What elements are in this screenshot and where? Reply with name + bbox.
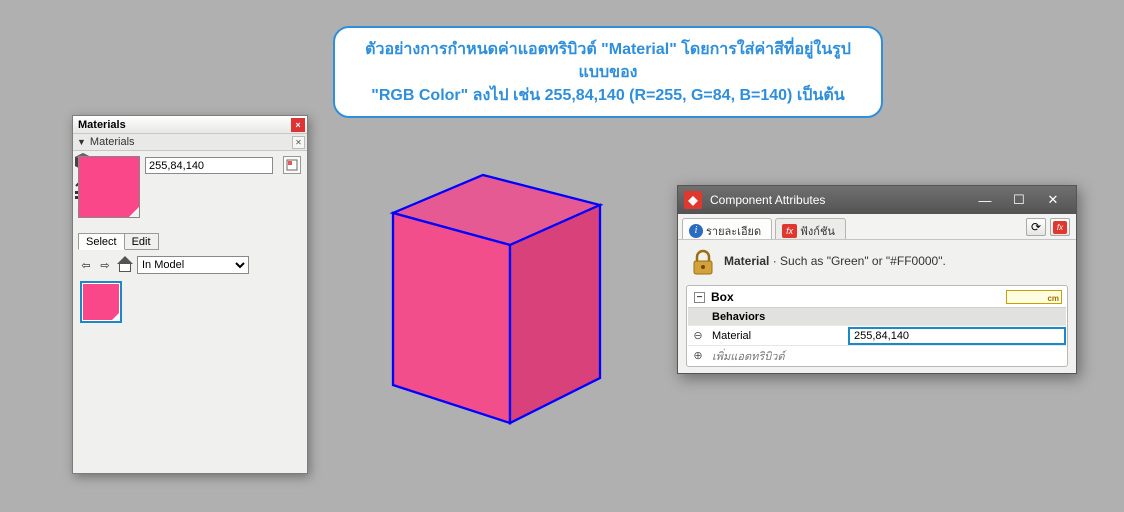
material-swatch-item[interactable] [80,281,122,323]
attribute-grid: − Box cm Behaviors ⊖ Material ⊕ เพิ่มแอต… [686,285,1068,367]
close-icon[interactable]: × [291,118,305,132]
add-attribute-label: เพิ่มแอตทริบิวต์ [708,347,848,365]
collapse-icon[interactable]: ▼ [77,137,86,147]
materials-body: Select Edit ⇦ ⇨ In Model [73,151,307,473]
minimize-icon[interactable]: — [968,189,1002,211]
attribute-desc-text: · Such as "Green" or "#FF0000". [769,254,945,268]
materials-panel-titlebar[interactable]: Materials × [73,116,307,134]
cube-viewport [375,165,615,445]
materials-tabs: Select Edit [78,233,158,250]
tab-functions-label: ฟังก์ชัน [800,222,835,240]
padlock-icon [688,247,716,275]
toggle-formula-icon[interactable]: fx [1050,218,1070,236]
component-titlebar[interactable]: ◆ Component Attributes — ☐ ✕ [678,186,1076,214]
component-tabs: i รายละเอียด fx ฟังก์ชัน ⟳ fx [678,214,1076,240]
swatch-list [78,279,278,337]
section-behaviors: Behaviors [688,307,1066,325]
material-name-input[interactable] [145,157,273,174]
close-icon[interactable]: ✕ [1036,189,1070,211]
unit-ruler[interactable]: cm [1006,290,1062,304]
forward-icon[interactable]: ⇨ [97,257,113,273]
refresh-icon[interactable]: ⟳ [1026,218,1046,236]
caption-line-2: "RGB Color" ลงไป เช่น 255,84,140 (R=255,… [371,87,844,104]
cube-left-face [393,213,510,423]
attribute-value-input[interactable] [848,327,1066,345]
component-name: Box [711,290,734,304]
back-icon[interactable]: ⇦ [78,257,94,273]
sketchup-logo-icon: ◆ [684,191,702,209]
nav-row: ⇦ ⇨ In Model [78,255,249,274]
materials-subtitle: Materials [90,136,135,148]
remove-attr-icon[interactable]: ⊖ [688,326,708,345]
fx-icon: fx [782,224,797,238]
materials-panel: Materials × ▼ Materials ✕ Select Edit [72,115,308,474]
add-attr-icon[interactable]: ⊕ [688,346,708,365]
create-material-icon[interactable] [283,156,301,174]
maximize-icon[interactable]: ☐ [1002,189,1036,211]
tab-details-label: รายละเอียด [706,222,761,240]
material-library-select[interactable]: In Model [137,256,249,274]
caption-line-1: ตัวอย่างการกำหนดค่าแอตทริบิวต์ "Material… [365,41,851,81]
add-attribute-row[interactable]: ⊕ เพิ่มแอตทริบิวต์ [688,345,1066,365]
materials-title: Materials [78,119,126,131]
material-swatch-large[interactable] [79,157,139,217]
tab-details[interactable]: i รายละเอียด [682,218,772,239]
tab-select[interactable]: Select [78,233,125,250]
component-attributes-panel: ◆ Component Attributes — ☐ ✕ i รายละเอีย… [677,185,1077,374]
component-title: Component Attributes [710,193,825,207]
attribute-row-material[interactable]: ⊖ Material [688,325,1066,345]
attribute-name: Material [708,330,848,342]
attribute-description: Material · Such as "Green" or "#FF0000". [678,240,1076,282]
tab-edit[interactable]: Edit [124,233,159,250]
info-icon: i [689,224,703,238]
materials-sub-bar[interactable]: ▼ Materials ✕ [73,134,307,151]
attribute-desc-name: Material [724,254,769,268]
caption-box: ตัวอย่างการกำหนดค่าแอตทริบิวต์ "Material… [333,26,883,118]
component-row[interactable]: − Box cm [688,287,1066,307]
tab-functions[interactable]: fx ฟังก์ชัน [775,218,846,239]
expander-icon[interactable]: − [694,292,705,303]
home-icon[interactable] [116,257,132,273]
mini-close-icon[interactable]: ✕ [292,136,305,149]
